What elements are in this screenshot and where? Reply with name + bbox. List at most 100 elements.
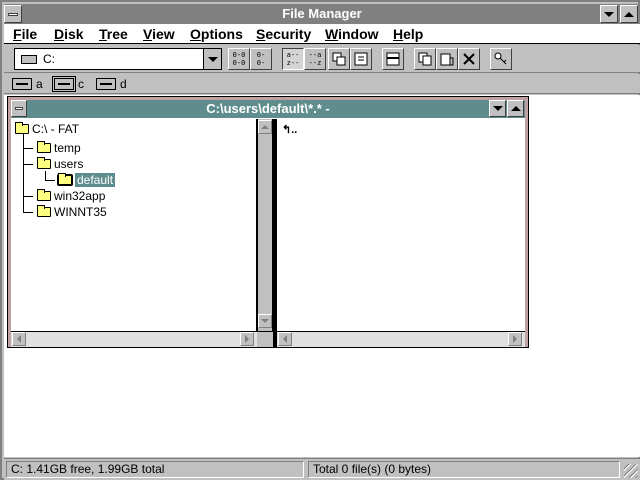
status-disk-space: C: 1.41GB free, 1.99GB total (6, 461, 304, 478)
menu-view[interactable]: View (143, 25, 175, 43)
scroll-down-button[interactable] (258, 314, 272, 328)
file-manager-window: File Manager File Disk Tree View Options… (0, 0, 640, 480)
maximize-button[interactable] (620, 5, 638, 23)
tree-item-label: win32app (54, 189, 106, 203)
tree-item-label: C:\ - FAT (32, 122, 80, 136)
network-disconnect-icon: 0- 0- (256, 51, 266, 67)
drive-select[interactable]: C: (14, 48, 222, 70)
folder-icon (37, 205, 51, 217)
delete-x-icon (463, 53, 475, 65)
move-icon (440, 53, 454, 66)
drive-d-label: d (120, 77, 127, 91)
drive-c[interactable]: c (52, 76, 84, 92)
file-list-pane[interactable]: ↰.. (277, 119, 525, 331)
delete-button[interactable] (458, 48, 480, 70)
status-file-count: Total 0 file(s) (0 bytes) (308, 461, 620, 478)
app-title: File Manager (282, 6, 362, 21)
menu-disk[interactable]: Disk (54, 25, 84, 43)
drive-bar: a c d (4, 74, 640, 94)
folder-open-icon (57, 173, 73, 186)
tree-item-winnt35[interactable]: WINNT35 (37, 204, 107, 220)
tree-item-default[interactable]: default (57, 172, 116, 188)
copy-icon (418, 52, 432, 66)
tree-item-label: WINNT35 (54, 205, 107, 219)
hard-drive-icon (52, 76, 76, 92)
copy-button[interactable] (414, 48, 436, 70)
chevron-down-icon (207, 56, 218, 62)
floppy-drive-icon (12, 78, 32, 90)
tree-item-label: temp (54, 141, 81, 155)
title-bar[interactable]: File Manager (4, 4, 640, 24)
tree-vertical-scrollbar[interactable] (257, 119, 273, 331)
drive-c-label: c (78, 77, 84, 91)
tree-connector (23, 199, 24, 213)
key-icon (494, 52, 507, 65)
sort-name-icon: a-- z-- (286, 51, 300, 67)
menu-tree[interactable]: Tree (99, 25, 128, 43)
split-window-button[interactable] (382, 48, 404, 70)
scroll-up-icon (261, 125, 269, 129)
sort-type-icon: --a --z (308, 51, 322, 67)
drive-a-label: a (36, 77, 43, 91)
move-button[interactable] (436, 48, 458, 70)
child-minimize-button[interactable] (489, 100, 506, 117)
tree-item-label: default (75, 173, 116, 187)
view-partial-button[interactable] (350, 48, 372, 70)
disconnect-drive-button[interactable]: 0- 0- (250, 48, 272, 70)
drive-d[interactable]: d (96, 76, 127, 92)
tree-item-users[interactable]: users (37, 156, 83, 172)
menu-security[interactable]: Security (256, 25, 311, 43)
cdrom-drive-icon (96, 78, 116, 90)
details-icon (332, 52, 346, 66)
tree-item-win32app[interactable]: win32app (37, 188, 105, 204)
tree-horizontal-scrollbar[interactable] (11, 331, 257, 347)
scroll-left-icon (283, 335, 287, 343)
sort-by-name-button[interactable]: a-- z-- (282, 48, 304, 70)
scroll-down-icon (261, 319, 269, 323)
minimize-button[interactable] (600, 5, 618, 23)
scroll-right-button[interactable] (240, 332, 254, 346)
child-system-menu-button[interactable] (11, 100, 27, 117)
toolbar: C: 0-0 0-0 0- 0- a-- z-- --a --z (4, 45, 640, 73)
maximize-icon (510, 106, 521, 111)
scroll-left-button[interactable] (12, 332, 26, 346)
drive-select-value: C: (43, 52, 55, 66)
tree-connector (23, 212, 33, 213)
view-details-button[interactable] (328, 48, 350, 70)
scroll-up-button[interactable] (258, 120, 272, 134)
tree-item-temp[interactable]: temp (37, 140, 81, 156)
tree-connector (45, 180, 55, 181)
menu-window[interactable]: Window (325, 25, 379, 43)
partial-details-icon (354, 52, 368, 66)
directory-window-title-bar[interactable]: C:\users\default\*.* - (11, 100, 525, 118)
parent-directory-entry[interactable]: ↰.. (282, 123, 297, 136)
system-menu-icon (8, 12, 18, 16)
scroll-right-icon (513, 335, 517, 343)
menu-file[interactable]: File (13, 25, 37, 43)
scroll-right-button[interactable] (508, 332, 522, 346)
sort-by-type-button[interactable]: --a --z (304, 48, 326, 70)
scroll-left-button[interactable] (278, 332, 292, 346)
menu-help[interactable]: Help (393, 25, 423, 43)
directory-tree-pane[interactable]: C:\ - FAT temp users default win32app WI… (11, 119, 257, 331)
folder-icon (37, 189, 51, 201)
menu-bar: File Disk Tree View Options Security Win… (4, 24, 640, 44)
directory-window: C:\users\default\*.* - C:\ - FAT temp us… (7, 96, 529, 348)
connect-network-drive-button[interactable]: 0-0 0-0 (228, 48, 250, 70)
properties-button[interactable] (490, 48, 512, 70)
resize-grip-icon[interactable] (624, 464, 638, 478)
child-maximize-button[interactable] (507, 100, 524, 117)
mdi-client-area: C:\users\default\*.* - C:\ - FAT temp us… (4, 95, 640, 457)
system-menu-icon (15, 107, 23, 110)
drive-a[interactable]: a (12, 76, 43, 92)
maximize-icon (624, 11, 634, 17)
minimize-icon (492, 106, 503, 111)
files-horizontal-scrollbar[interactable] (277, 331, 525, 347)
menu-options[interactable]: Options (190, 25, 243, 43)
system-menu-button[interactable] (4, 5, 22, 23)
tree-item-root[interactable]: C:\ - FAT (15, 121, 79, 137)
drive-dropdown-button[interactable] (203, 49, 221, 69)
network-connect-icon: 0-0 0-0 (232, 51, 246, 67)
scrollbar-corner (257, 331, 273, 347)
folder-icon (37, 141, 51, 153)
